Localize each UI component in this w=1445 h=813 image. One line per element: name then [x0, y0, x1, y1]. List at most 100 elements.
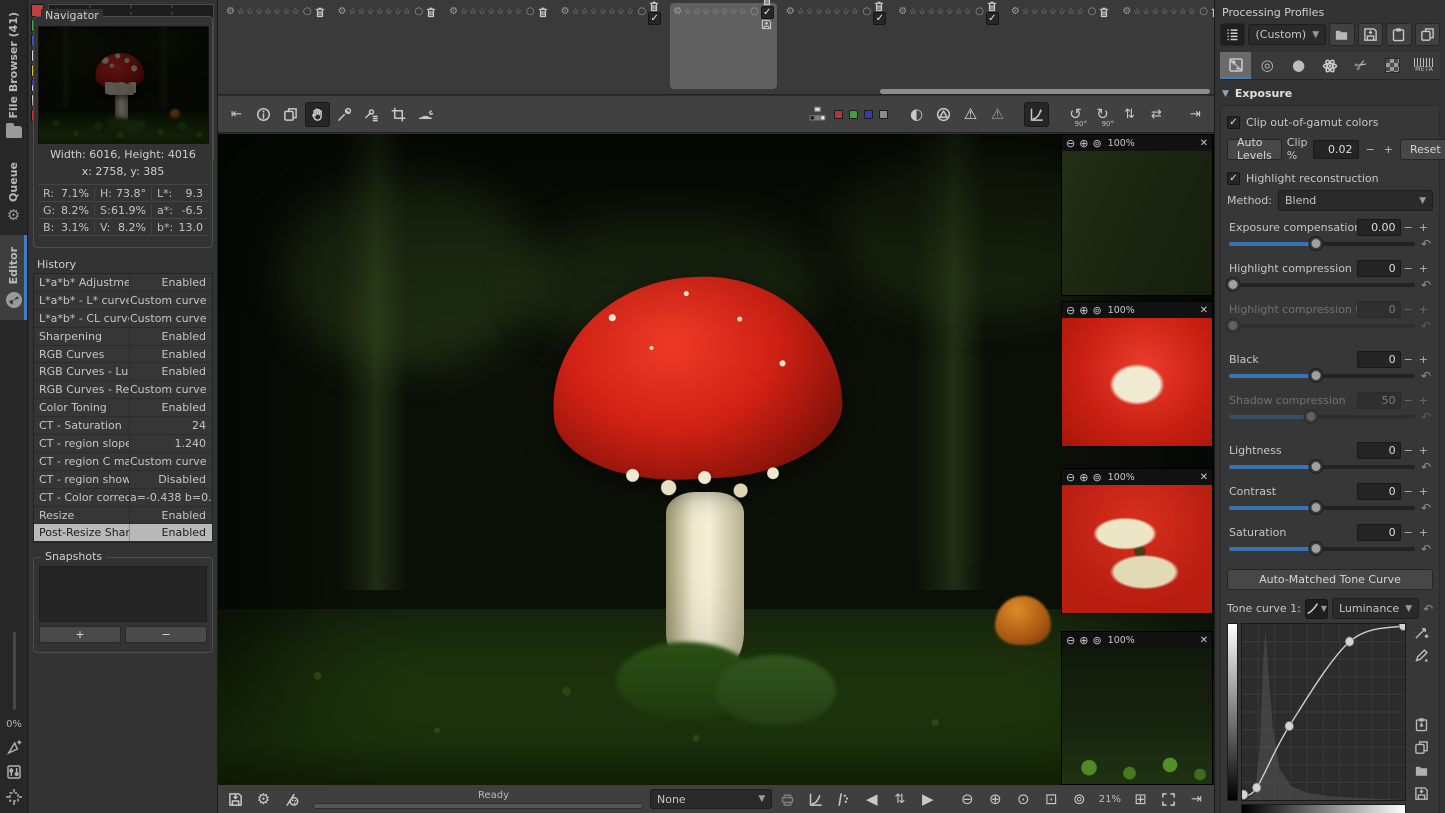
filmstrip-thumbnail[interactable]: ⚙ ☆☆☆☆☆☆☆ ○ ✓ — [895, 0, 1002, 89]
detail-window-view[interactable] — [1062, 151, 1212, 295]
history-item[interactable]: L*a*b* - L* curve Custom curve — [34, 291, 212, 310]
rating-stars[interactable]: ☆☆☆☆☆☆☆ — [237, 7, 301, 17]
red-preview-swatch[interactable] — [834, 109, 843, 119]
hand-tool-icon[interactable] — [305, 101, 330, 127]
zoom-out-icon[interactable]: ⊖ — [955, 787, 980, 812]
zoom-in-icon[interactable]: ⊕ — [1079, 138, 1088, 149]
clip-decrement-button[interactable]: − — [1364, 143, 1377, 156]
clip-gamut-checkbox[interactable]: ✓ Clip out-of-gamut colors — [1227, 112, 1433, 132]
filmstrip-thumbnail[interactable]: ⚙ ☆☆☆☆☆☆☆ ○ ✓ — [670, 0, 777, 89]
increment-button[interactable]: + — [1416, 353, 1431, 366]
trash-icon[interactable]: ✓ — [873, 0, 887, 25]
background-color-icon[interactable] — [805, 102, 830, 127]
copy-curve-icon[interactable] — [1414, 740, 1429, 755]
zoom-in-icon[interactable]: ⊕ — [983, 787, 1008, 812]
slider-value[interactable]: 0 — [1356, 350, 1401, 368]
increment-button[interactable]: + — [1416, 221, 1431, 234]
clip-value-field[interactable]: 0.02 — [1312, 139, 1359, 159]
detail-window-view[interactable] — [1062, 485, 1212, 613]
load-profile-icon[interactable] — [1329, 23, 1355, 46]
decrement-button[interactable]: − — [1401, 394, 1416, 407]
history-item[interactable]: CT - region C mask Custom curve — [34, 452, 212, 471]
adjuster-panel-icon[interactable] — [6, 764, 22, 780]
tab-raw[interactable] — [1377, 52, 1408, 79]
history-item[interactable]: RGB Curves - Lum... Enabled — [34, 363, 212, 382]
tab-metadata[interactable]: META — [1409, 52, 1440, 79]
reset-icon[interactable]: ↶ — [1421, 410, 1431, 424]
detail-window[interactable]: ⊖ ⊕ ⊚ 100% ✕ — [1061, 134, 1213, 296]
rating-stars[interactable]: ☆☆☆☆☆☆☆ — [460, 7, 524, 17]
history-item[interactable]: CT - Saturation 24 — [34, 417, 212, 436]
reset-icon[interactable]: ↶ — [1421, 237, 1431, 251]
reset-icon[interactable]: ↶ — [1423, 602, 1433, 616]
profile-select[interactable]: (Custom) ▼ — [1248, 24, 1327, 45]
slider-thumb[interactable] — [1226, 319, 1240, 332]
zoom-in-icon[interactable]: ⊕ — [1079, 472, 1088, 483]
detail-window[interactable]: ⊖ ⊕ ⊚ 100% ✕ — [1061, 301, 1213, 447]
snapshots-list[interactable] — [39, 566, 207, 623]
output-profile-select[interactable]: None ▼ — [650, 789, 773, 809]
remove-snapshot-button[interactable]: − — [125, 626, 207, 644]
filmstrip-thumbnail[interactable]: ⚙ ☆☆☆☆☆☆☆ ○ — [223, 3, 329, 89]
profile-applied-icon[interactable]: ⚙ — [673, 7, 682, 17]
slider-value[interactable]: 0.00 — [1356, 218, 1401, 236]
tab-detail[interactable]: ◎ — [1251, 52, 1282, 79]
trash-icon[interactable]: ✓ — [985, 0, 999, 25]
rating-stars[interactable]: ☆☆☆☆☆☆☆ — [1133, 7, 1197, 17]
gamut-check-icon[interactable] — [931, 102, 956, 127]
tab-color[interactable]: ● — [1283, 52, 1314, 79]
increment-button[interactable]: + — [1416, 485, 1431, 498]
new-detail-window-icon[interactable]: ⊞ — [1128, 787, 1153, 812]
decrement-button[interactable]: − — [1401, 485, 1416, 498]
add-picker-icon[interactable] — [6, 739, 22, 755]
next-image-icon[interactable]: ▶ — [915, 787, 940, 812]
history-item[interactable]: Post-Resize Sharp... Enabled — [34, 524, 212, 543]
history-item[interactable]: Color Toning Enabled — [34, 399, 212, 418]
copy-profile-icon[interactable] — [1414, 23, 1440, 46]
queue-processing-icon[interactable]: ⚙ — [251, 787, 276, 812]
highlight-clip-icon[interactable]: ⚠ — [985, 102, 1010, 127]
slider-track[interactable] — [1229, 237, 1415, 250]
save-profile-icon[interactable] — [1357, 23, 1384, 46]
external-editor-icon[interactable] — [279, 787, 304, 812]
rotate-right-90-icon[interactable]: ↻ 90° — [1090, 102, 1115, 128]
rating-stars[interactable]: ☆☆☆☆☆☆☆ — [1022, 7, 1086, 17]
zoom-fit-icon[interactable]: ⊡ — [1039, 787, 1064, 812]
color-label-icon[interactable]: ○ — [637, 7, 646, 17]
history-item[interactable]: L*a*b* Adjustme... Enabled — [34, 274, 212, 292]
filmstrip-scrollbar[interactable] — [880, 89, 1210, 94]
reset-button[interactable]: Reset — [1399, 138, 1445, 160]
close-icon[interactable]: ✕ — [1200, 138, 1208, 149]
auto-matched-tone-curve-button[interactable]: Auto-Matched Tone Curve — [1227, 569, 1433, 590]
history-item[interactable]: Resize Enabled — [34, 506, 212, 525]
filmstrip-thumbnail[interactable]: ⚙ ☆☆☆☆☆☆☆ ○ — [1119, 3, 1214, 89]
luminosity-preview-swatch[interactable] — [879, 109, 888, 119]
zoom-100-icon[interactable]: ⊚ — [1092, 305, 1101, 316]
slider-thumb[interactable] — [1309, 237, 1323, 250]
history-item[interactable]: CT - Color correct... a=-0.438 b=0.411 — [34, 488, 212, 507]
slider-value[interactable]: 0 — [1356, 482, 1401, 500]
green-preview-swatch[interactable] — [849, 109, 858, 119]
zoom-100-icon[interactable]: ⊚ — [1092, 472, 1101, 483]
reset-icon[interactable]: ↶ — [1421, 278, 1431, 292]
load-curve-icon[interactable] — [1414, 763, 1429, 778]
decrement-button[interactable]: − — [1401, 526, 1416, 539]
increment-button[interactable]: + — [1416, 394, 1431, 407]
slider-track[interactable] — [1229, 410, 1415, 423]
zoom-in-icon[interactable]: ⊕ — [1079, 635, 1088, 646]
slider-value[interactable]: 0 — [1356, 259, 1401, 277]
paste-curve-icon[interactable] — [1414, 717, 1429, 732]
profile-applied-icon[interactable]: ⚙ — [1011, 7, 1020, 17]
before-after-icon[interactable] — [278, 102, 303, 127]
rating-stars[interactable]: ☆☆☆☆☆☆☆ — [572, 7, 636, 17]
trash-icon[interactable] — [537, 6, 549, 18]
slider-value[interactable]: 0 — [1356, 300, 1401, 318]
zoom-out-icon[interactable]: ⊖ — [1066, 305, 1075, 316]
blue-preview-swatch[interactable] — [864, 109, 873, 119]
lockable-picker-icon[interactable] — [359, 102, 384, 127]
trash-icon[interactable]: ✓ — [760, 0, 774, 30]
history-item[interactable]: RGB Curves - Red Custom curve — [34, 381, 212, 400]
zoom-100-icon[interactable]: ⊚ — [1092, 138, 1101, 149]
flip-vertical-icon[interactable]: ⇅ — [1117, 102, 1142, 127]
increment-button[interactable]: + — [1416, 526, 1431, 539]
